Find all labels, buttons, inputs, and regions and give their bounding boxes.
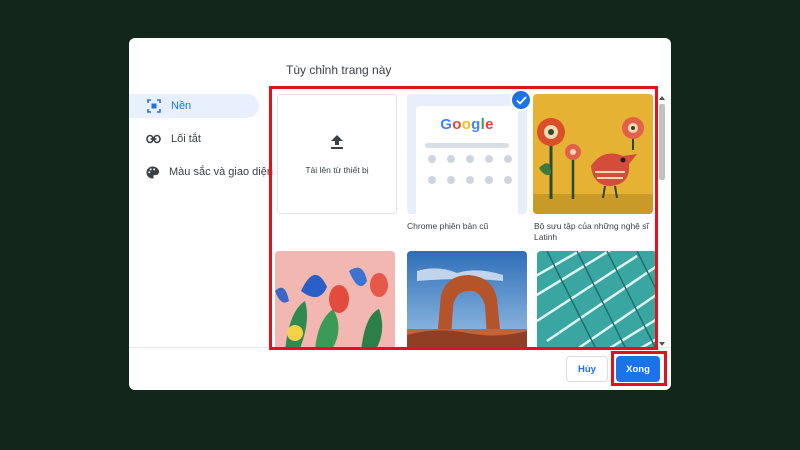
abstract-flowers-art <box>275 251 395 350</box>
checkmark-icon <box>510 89 532 111</box>
latin-artists-caption: Bộ sưu tập của những nghệ sĩ Latinh <box>534 221 649 242</box>
grid-scrollbar[interactable] <box>657 96 667 346</box>
chrome-classic-tile[interactable]: Google <box>407 89 532 214</box>
link-icon <box>146 132 161 147</box>
dialog-title: Tùy chỉnh trang này <box>286 63 392 77</box>
scroll-up-icon[interactable] <box>659 96 665 100</box>
footer-divider <box>129 347 671 348</box>
sidebar-item-background[interactable]: Nền <box>129 94 259 118</box>
chrome-preview-card: Google <box>416 106 518 214</box>
latin-artists-art <box>533 94 653 214</box>
done-button[interactable]: Xong <box>616 356 660 382</box>
sidebar-item-label: Lối tắt <box>171 133 201 145</box>
sidebar-item-shortcuts[interactable]: Lối tắt <box>129 127 269 151</box>
latin-artists-tile[interactable] <box>533 94 653 214</box>
scrollbar-thumb[interactable] <box>659 104 665 180</box>
customize-dialog: Tùy chỉnh trang này Nền Lối tắt Màu sắc … <box>129 38 671 390</box>
background-icon <box>146 99 161 114</box>
scroll-down-icon[interactable] <box>659 342 665 346</box>
upload-label: Tải lên từ thiết bị <box>305 164 369 175</box>
upload-icon <box>330 134 344 155</box>
sidebar-item-label: Màu sắc và giao diện <box>169 166 273 178</box>
architecture-pattern-tile[interactable] <box>537 251 657 350</box>
chrome-classic-caption: Chrome phiên bản cũ <box>407 221 489 231</box>
upload-tile[interactable]: Tải lên từ thiết bị <box>277 94 397 214</box>
palette-icon <box>146 165 159 180</box>
cancel-button[interactable]: Hủy <box>566 356 608 382</box>
sidebar: Nền Lối tắt Màu sắc và giao diện <box>129 94 273 193</box>
shortcut-dots <box>428 155 512 184</box>
architecture-pattern-art <box>537 251 657 350</box>
search-bar-preview <box>425 143 509 148</box>
sidebar-item-label: Nền <box>171 100 192 112</box>
abstract-flowers-tile[interactable] <box>275 251 395 350</box>
arch-landscape-art <box>407 251 527 350</box>
arch-landscape-tile[interactable] <box>407 251 527 350</box>
background-grid: Tải lên từ thiết bị Google Bộ sưu tập củ… <box>269 86 659 350</box>
sidebar-item-colors-themes[interactable]: Màu sắc và giao diện <box>129 160 273 184</box>
google-logo: Google <box>440 116 494 133</box>
